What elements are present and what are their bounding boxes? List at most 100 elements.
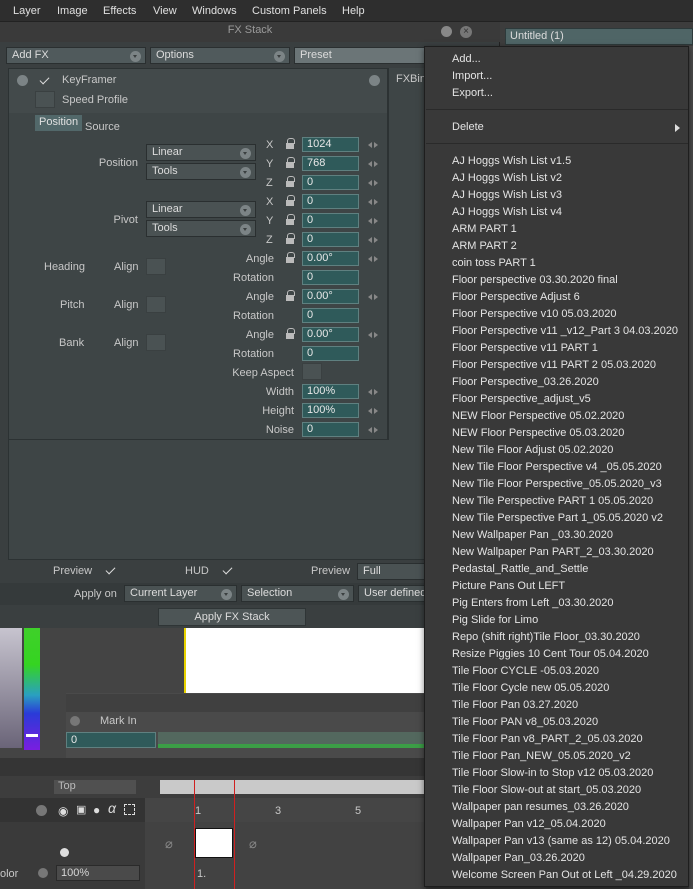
preset-menu-item[interactable]: NEW Floor Perspective 05.02.2020 — [452, 410, 624, 422]
menu-item-delete[interactable]: Delete — [452, 121, 484, 133]
preset-menu-item[interactable]: Tile Floor Slow-in to Stop v12 05.03.202… — [452, 767, 653, 779]
keyframe-arrows-icon[interactable] — [368, 198, 378, 206]
preset-menu-item[interactable]: Tile Floor PAN v8_05.03.2020 — [452, 716, 598, 728]
speed-profile-checkbox[interactable] — [35, 91, 55, 108]
menu-view[interactable]: View — [153, 5, 177, 17]
layer-options-icon[interactable] — [36, 805, 47, 816]
keyframe-arrows-icon[interactable] — [368, 255, 378, 263]
collapse-icon[interactable] — [17, 75, 28, 86]
minus-icon[interactable] — [38, 868, 48, 878]
heading-angle-field[interactable]: 0.00° — [302, 251, 359, 266]
apply-fx-stack-button[interactable]: Apply FX Stack — [158, 608, 306, 626]
pivot-tools-dropdown[interactable]: Tools — [146, 220, 256, 237]
preset-menu-item[interactable]: Wallpaper Pan v12_05.04.2020 — [452, 818, 606, 830]
menu-item-add[interactable]: Add... — [452, 53, 481, 65]
menu-layer[interactable]: Layer — [13, 5, 41, 17]
preset-menu-item[interactable]: coin toss PART 1 — [452, 257, 536, 269]
close-icon[interactable]: × — [460, 26, 472, 38]
preset-menu-item[interactable]: Floor Perspective_adjust_v5 — [452, 393, 591, 405]
selection-icon[interactable] — [124, 804, 135, 815]
preset-menu-item[interactable]: AJ Hoggs Wish List v3 — [452, 189, 562, 201]
preset-menu-item[interactable]: Wallpaper Pan v13 (same as 12) 05.04.202… — [452, 835, 670, 847]
preset-menu-item[interactable]: Pedastal_Rattle_and_Settle — [452, 563, 588, 575]
preset-menu-item[interactable]: Welcome Screen Pan Out ot Left _04.29.20… — [452, 869, 677, 881]
light-icon[interactable]: ● — [93, 803, 100, 817]
preset-menu-item[interactable]: Repo (shift right)Tile Floor_03.30.2020 — [452, 631, 640, 643]
pitch-rotation-field[interactable]: 0 — [302, 308, 359, 323]
selection-dropdown[interactable]: Selection — [241, 585, 354, 602]
keyframe-thumbnail[interactable] — [195, 828, 233, 858]
pivot-y-field[interactable]: 0 — [302, 213, 359, 228]
bank-angle-field[interactable]: 0.00° — [302, 327, 359, 342]
viewer-scrollbar[interactable] — [66, 694, 426, 712]
preset-menu-item[interactable]: Resize Piggies 10 Cent Tour 05.04.2020 — [452, 648, 649, 660]
menu-image[interactable]: Image — [57, 5, 88, 17]
preset-menu-item[interactable]: NEW Floor Perspective 05.03.2020 — [452, 427, 624, 439]
preset-menu-item[interactable]: Tile Floor Slow-out at start_05.03.2020 — [452, 784, 641, 796]
position-interp-dropdown[interactable]: Linear — [146, 144, 256, 161]
user-defined-dropdown[interactable]: User defined — [358, 585, 428, 602]
lock-icon[interactable] — [285, 138, 295, 149]
preset-menu-item[interactable]: Tile Floor Pan 03.27.2020 — [452, 699, 578, 711]
add-fx-dropdown[interactable]: Add FX — [6, 47, 146, 64]
preset-menu-item[interactable]: AJ Hoggs Wish List v1.5 — [452, 155, 571, 167]
keyframe-arrows-icon[interactable] — [368, 407, 378, 415]
width-field[interactable]: 100% — [302, 384, 359, 399]
keep-aspect-checkbox[interactable] — [302, 363, 322, 380]
preset-menu-item[interactable]: Wallpaper pan resumes_03.26.2020 — [452, 801, 629, 813]
add-marker-icon[interactable] — [70, 716, 80, 726]
preset-menu-item[interactable]: Tile Floor Pan v8_PART_2_05.03.2020 — [452, 733, 643, 745]
preset-menu-item[interactable]: ARM PART 2 — [452, 240, 517, 252]
lock-icon[interactable] — [285, 176, 295, 187]
preset-menu-item[interactable]: Floor perspective 03.30.2020 final — [452, 274, 618, 286]
menu-custom-panels[interactable]: Custom Panels — [252, 5, 327, 17]
position-z-field[interactable]: 0 — [302, 175, 359, 190]
enable-check-icon[interactable] — [40, 75, 50, 85]
preview-check-icon[interactable] — [106, 565, 116, 575]
pitch-align-checkbox[interactable] — [146, 296, 166, 313]
preset-menu-item[interactable]: Wallpaper Pan_03.26.2020 — [452, 852, 585, 864]
visibility-eye-icon[interactable]: ◉ — [58, 804, 68, 818]
preset-menu-item[interactable]: New Tile Floor Perspective v4 _05.05.202… — [452, 461, 662, 473]
bank-rotation-field[interactable]: 0 — [302, 346, 359, 361]
pivot-interp-dropdown[interactable]: Linear — [146, 201, 256, 218]
pitch-angle-field[interactable]: 0.00° — [302, 289, 359, 304]
keyframe-arrows-icon[interactable] — [368, 236, 378, 244]
heading-align-checkbox[interactable] — [146, 258, 166, 275]
preset-menu-item[interactable]: AJ Hoggs Wish List v4 — [452, 206, 562, 218]
preset-menu-item[interactable]: New Tile Perspective Part 1_05.05.2020 v… — [452, 512, 663, 524]
keyframe-arrows-icon[interactable] — [368, 426, 378, 434]
preset-menu-item[interactable]: Pig Enters from Left _03.30.2020 — [452, 597, 613, 609]
preset-menu-item[interactable]: Tile Floor CYCLE -05.03.2020 — [452, 665, 599, 677]
preset-menu-item[interactable]: Picture Pans Out LEFT — [452, 580, 565, 592]
hue-slider[interactable] — [24, 628, 40, 750]
preset-menu-item[interactable]: New Tile Floor Adjust 05.02.2020 — [452, 444, 613, 456]
menu-item-export[interactable]: Export... — [452, 87, 493, 99]
opacity-field[interactable]: 100% — [56, 865, 140, 881]
preset-menu-item[interactable]: Tile Floor Pan_NEW_05.05.2020_v2 — [452, 750, 631, 762]
lock-icon[interactable] — [285, 157, 295, 168]
preset-menu-item[interactable]: New Tile Floor Perspective_05.05.2020_v3 — [452, 478, 662, 490]
lock-icon[interactable] — [285, 252, 295, 263]
preset-menu-item[interactable]: ARM PART 1 — [452, 223, 517, 235]
preset-menu-item[interactable]: Floor Perspective v11 PART 2 05.03.2020 — [452, 359, 656, 371]
height-field[interactable]: 100% — [302, 403, 359, 418]
keyframe-arrows-icon[interactable] — [368, 141, 378, 149]
position-tools-dropdown[interactable]: Tools — [146, 163, 256, 180]
heading-rotation-field[interactable]: 0 — [302, 270, 359, 285]
preset-dropdown[interactable]: Preset — [294, 47, 434, 64]
alpha-icon[interactable]: α — [108, 800, 116, 816]
panel-menu-icon[interactable] — [441, 26, 452, 37]
bank-align-checkbox[interactable] — [146, 334, 166, 351]
apply-on-dropdown[interactable]: Current Layer — [124, 585, 237, 602]
menu-windows[interactable]: Windows — [192, 5, 237, 17]
color-swatch[interactable] — [0, 628, 22, 748]
untitled-tab[interactable]: Untitled (1) — [505, 28, 693, 45]
position-y-field[interactable]: 768 — [302, 156, 359, 171]
keyframe-arrows-icon[interactable] — [368, 179, 378, 187]
preset-menu-item[interactable]: Pig Slide for Limo — [452, 614, 538, 626]
menu-help[interactable]: Help — [342, 5, 365, 17]
lock-layer-icon[interactable]: ▣ — [76, 803, 86, 816]
hud-check-icon[interactable] — [223, 565, 233, 575]
keyframe-arrows-icon[interactable] — [368, 331, 378, 339]
